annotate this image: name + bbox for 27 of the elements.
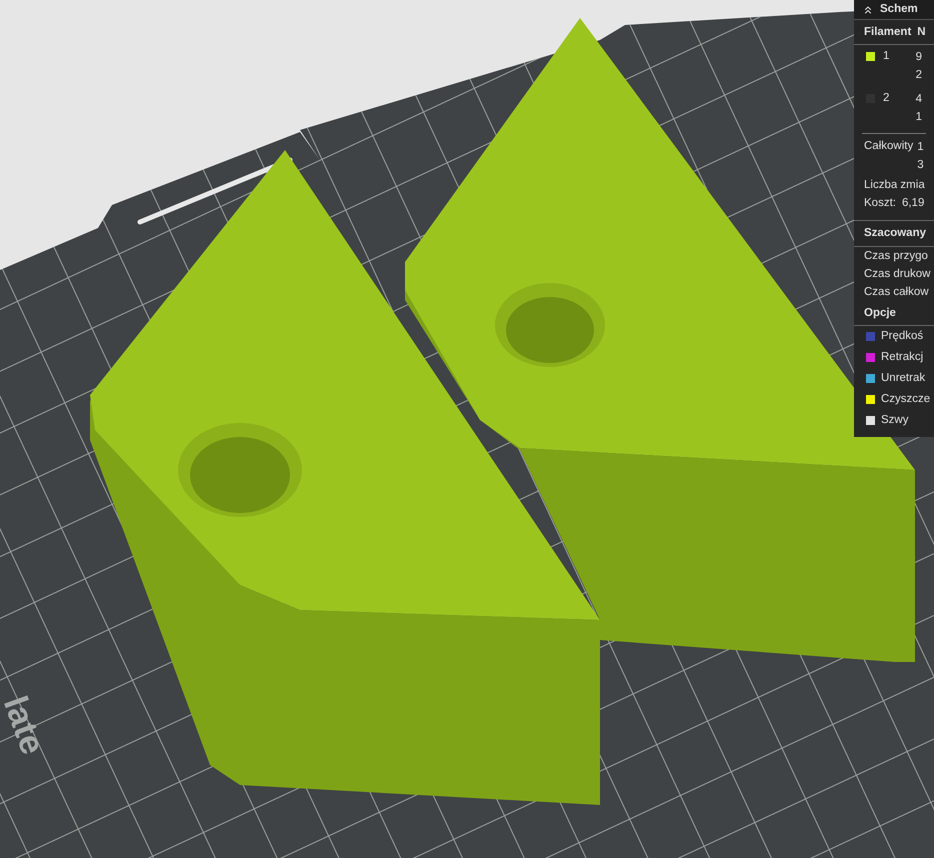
filament-value: 2 xyxy=(916,68,922,84)
section-title: Szacowany xyxy=(854,220,934,246)
total-label: Całkowity xyxy=(864,139,914,154)
legend-label: Czyszcze xyxy=(881,392,930,407)
cost-value: 6,19 xyxy=(902,196,924,212)
column-header: Filament xyxy=(864,25,912,40)
filament-value: 4 xyxy=(916,92,922,108)
filament-value: 1 xyxy=(916,110,922,126)
total-value: 1 xyxy=(917,140,924,156)
plate-label: late xyxy=(0,690,53,762)
estimate-label: Czas przygo xyxy=(863,248,929,264)
collapse-icon[interactable] xyxy=(862,4,874,16)
panel-title: Schem xyxy=(880,2,918,17)
changes-label: Liczba zmia xyxy=(863,178,926,194)
filament-number: 1 xyxy=(883,49,890,64)
section-title: Opcje xyxy=(854,300,934,326)
estimate-label: Czas drukow xyxy=(863,266,932,282)
legend-label: Prędkoś xyxy=(881,328,924,344)
cost-label: Koszt: xyxy=(864,196,896,212)
legend-label: Unretrak xyxy=(881,370,926,386)
estimate-label: Czas całkow xyxy=(863,284,930,300)
total-value: 3 xyxy=(917,158,924,174)
filament-number: 2 xyxy=(883,91,890,106)
column-header: N xyxy=(917,25,926,40)
legend-label: Szwy xyxy=(881,412,908,428)
legend-label: Retrakcj xyxy=(881,350,924,365)
filament-value: 9 xyxy=(916,50,922,66)
